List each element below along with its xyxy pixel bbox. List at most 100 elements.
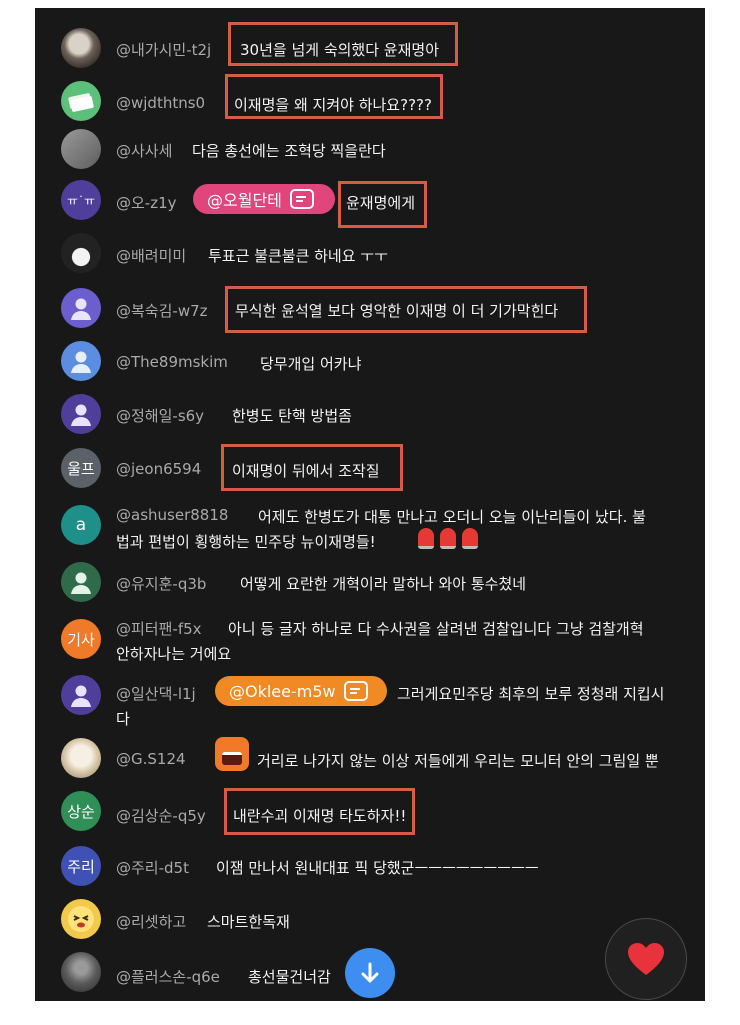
comment-text: 내란수괴 이재명 타도하자!! (233, 807, 407, 825)
chat-message: @복숙김-w7z 무식한 윤석열 보다 영악한 이재명 이 더 기가막힌다 (35, 285, 705, 341)
chat-message: @일산댁-l1j @Oklee-m5w 그러게요민주당 최후의 보루 정청래 지… (35, 672, 705, 734)
comment-text-line-2: 법과 편법이 횡행하는 민주당 뉴이재명들! (116, 533, 376, 551)
comment-text-line-1: 그러게요민주당 최후의 보루 정청래 지킵시 (397, 685, 665, 703)
comment-username[interactable]: @복숙김-w7z (116, 300, 208, 321)
comment-username[interactable]: @김상순-q5y (116, 805, 206, 826)
chat-bubble-icon (343, 681, 368, 701)
reaction-button[interactable] (605, 918, 687, 1000)
comment-text: 윤재명에게 (346, 194, 416, 212)
comment-username[interactable]: @유지훈-q3b (116, 573, 206, 594)
avatar[interactable] (61, 899, 101, 939)
chat-bubble-icon (289, 189, 314, 209)
avatar[interactable] (61, 738, 101, 778)
mention-chip[interactable]: @Oklee-m5w (215, 676, 387, 706)
chat-message: 주리 @주리-d5t 이잼 만나서 원내대표 픽 당했군ㅡㅡㅡㅡㅡㅡㅡㅡㅡ (35, 844, 705, 900)
avatar-initials: 상순 (67, 802, 95, 821)
chat-message: @내가시민-t2j 30년을 넘게 숙의했다 윤재명아 (35, 20, 705, 76)
comment-text: 이잼 만나서 원내대표 픽 당했군ㅡㅡㅡㅡㅡㅡㅡㅡㅡ (216, 859, 539, 877)
comment-text: 다음 총선에는 조혁당 찍을란다 (192, 142, 386, 160)
chat-message: @정해일-s6y 한병도 탄핵 방법좀 (35, 392, 705, 448)
comment-username[interactable]: @피터팬-f5x (116, 618, 202, 639)
comment-username[interactable]: @배려미미 (116, 245, 186, 266)
avatar[interactable]: ㅠ˙ㅠ (61, 180, 101, 220)
comment-username[interactable]: @플러스손-q6e (116, 966, 220, 987)
comment-username[interactable]: @정해일-s6y (116, 405, 204, 426)
avatar[interactable]: 주리 (61, 846, 101, 886)
live-chat-panel: @내가시민-t2j 30년을 넘게 숙의했다 윤재명아 @wjdthtns0 이… (35, 8, 705, 1001)
comment-text: 스마트한독재 (207, 913, 290, 931)
avatar[interactable] (61, 28, 101, 68)
avatar-initials: 울프 (67, 459, 95, 478)
comment-username[interactable]: @jeon6594 (116, 460, 201, 478)
comment-username[interactable]: @내가시민-t2j (116, 39, 211, 60)
chat-message: @G.S124 거리로 나가지 않는 이상 저들에게 우리는 모니터 안의 그림… (35, 735, 705, 791)
person-icon (71, 685, 91, 707)
mention-label: @Oklee-m5w (229, 681, 336, 701)
comment-text: 거리로 나가지 않는 이상 저들에게 우리는 모니터 안의 그림일 뿐 (257, 752, 659, 770)
avatar[interactable] (61, 129, 101, 169)
avatar[interactable] (61, 562, 101, 602)
angry-mouth-icon (222, 751, 242, 765)
comment-username[interactable]: @리셋하고 (116, 911, 186, 932)
avatar[interactable] (61, 952, 101, 992)
avatar-initials: 주리 (67, 857, 95, 876)
avatar[interactable]: a (61, 505, 101, 545)
comment-text: 당무개입 어카냐 (260, 355, 362, 373)
top-page-edge (0, 0, 740, 8)
comment-text: 30년을 넘게 숙의했다 윤재명아 (240, 41, 439, 59)
avatar[interactable] (61, 394, 101, 434)
mention-label: @오월단테 (207, 191, 282, 210)
mention-chip[interactable]: @오월단테 (193, 184, 335, 214)
comment-text: 이재명을 왜 지켜야 하나요???? (234, 96, 432, 114)
scroll-to-latest-button[interactable] (345, 948, 395, 998)
avatar-initials: a (75, 515, 87, 535)
avatar[interactable]: 울프 (61, 448, 101, 488)
comment-username[interactable]: @주리-d5t (116, 857, 189, 878)
chat-message: 상순 @김상순-q5y 내란수괴 이재명 타도하자!! (35, 786, 705, 842)
avatar-initials: 기사 (67, 630, 95, 649)
siren-emoji-icons (418, 528, 478, 549)
comment-username[interactable]: @The89mskim (116, 353, 228, 371)
chat-message: @사사세 다음 총선에는 조혁당 찍을란다 (35, 125, 705, 181)
comment-text-line-2: 안하자나는 거에요 (116, 645, 232, 663)
comment-text: 무식한 윤석열 보다 영악한 이재명 이 더 기가막힌다 (235, 302, 559, 320)
chat-message: a @ashuser8818 어제도 한병도가 대통 만나고 오더니 오늘 이난… (35, 500, 705, 560)
angry-face-emoji-icon (215, 737, 249, 771)
comment-text-line-1: 아니 등 글자 하나로 다 수사권을 살려낸 검찰입니다 그냥 검찰개혁 (228, 620, 644, 638)
money-icon (68, 93, 94, 112)
arrow-down-icon (361, 962, 379, 983)
person-icon (71, 298, 91, 320)
comment-text-line-2: 다 (116, 710, 130, 728)
chat-message: ㅠ˙ㅠ @오-z1y @오월단테 윤재명에게 (35, 176, 705, 232)
comment-text: 총선물건너감 (248, 968, 331, 986)
chat-message: @유지훈-q3b 어떻게 요란한 개혁이라 말하나 와아 통수쳤네 (35, 560, 705, 616)
avatar[interactable] (61, 675, 101, 715)
avatar[interactable] (61, 233, 101, 273)
avatar[interactable] (61, 341, 101, 381)
cartoon-face-icon (68, 906, 94, 932)
comment-username[interactable]: @사사세 (116, 140, 172, 161)
avatar[interactable] (61, 288, 101, 328)
comment-username[interactable]: @일산댁-l1j (116, 683, 196, 704)
chat-message: 기사 @피터팬-f5x 아니 등 글자 하나로 다 수사권을 살려낸 검찰입니다… (35, 611, 705, 671)
avatar[interactable] (61, 81, 101, 121)
comment-username[interactable]: @wjdthtns0 (116, 94, 205, 112)
avatar[interactable]: 상순 (61, 791, 101, 831)
comment-username[interactable]: @G.S124 (116, 750, 186, 768)
chat-message: 울프 @jeon6594 이재명이 뒤에서 조작질 (35, 444, 705, 500)
avatar-initials: ㅠ˙ㅠ (66, 193, 96, 208)
person-icon (71, 572, 91, 594)
comment-text: 한병도 탄핵 방법좀 (232, 407, 352, 425)
siren-icon (440, 528, 456, 549)
chat-message: @wjdthtns0 이재명을 왜 지켜야 하나요???? (35, 73, 705, 129)
comment-username[interactable]: @오-z1y (116, 192, 177, 213)
comment-text: 이재명이 뒤에서 조작질 (232, 462, 380, 480)
comment-username[interactable]: @ashuser8818 (116, 506, 228, 524)
heart-icon (628, 943, 664, 975)
person-icon (71, 351, 91, 373)
avatar[interactable]: 기사 (61, 619, 101, 659)
siren-icon (418, 528, 434, 549)
comment-text-line-1: 어제도 한병도가 대통 만나고 오더니 오늘 이난리들이 났다. 불 (258, 508, 646, 526)
comment-text: 투표근 불큰불큰 하네요 ㅜㅜ (208, 247, 388, 265)
chat-message: @배려미미 투표근 불큰불큰 하네요 ㅜㅜ (35, 230, 705, 286)
